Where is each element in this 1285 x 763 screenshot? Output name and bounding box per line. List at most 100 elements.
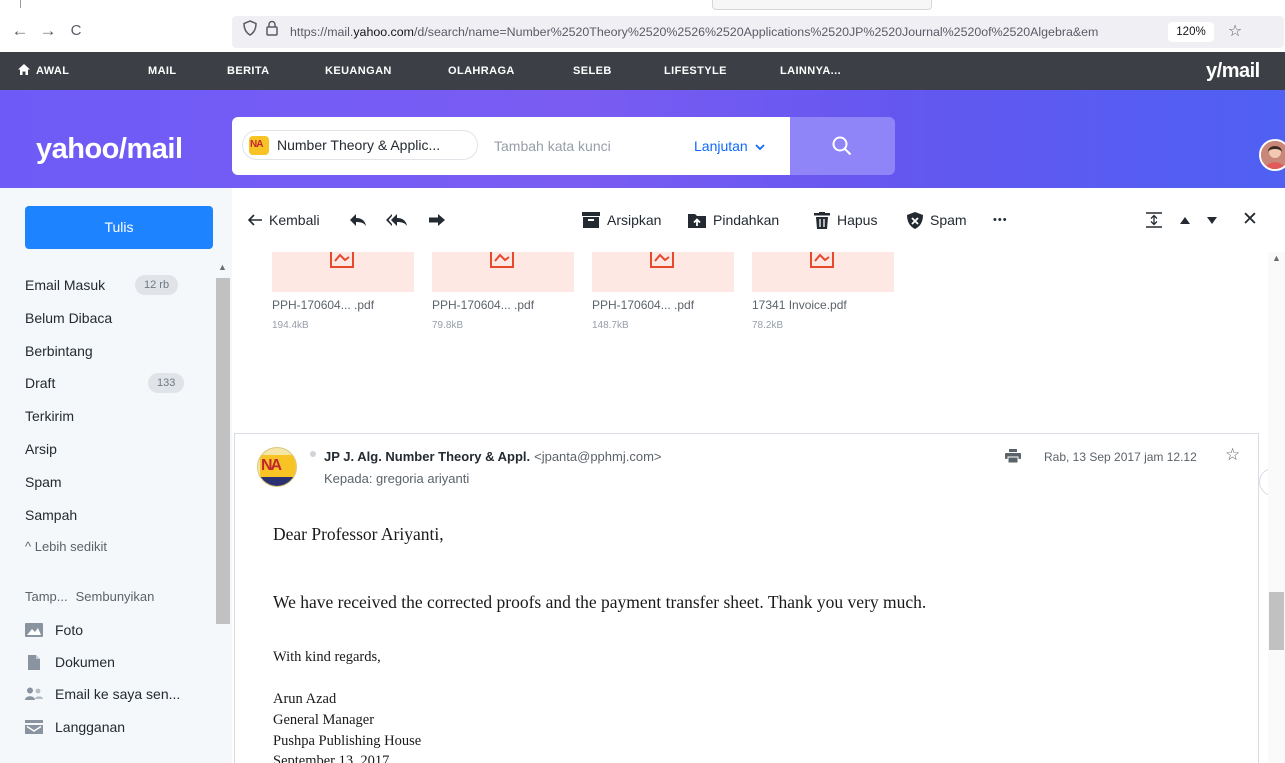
browser-back-button[interactable]: ← [8, 19, 32, 43]
signature-title: General Manager [273, 712, 375, 728]
advanced-search-link[interactable]: Lanjutan [694, 131, 765, 161]
browser-reload-button[interactable]: C [64, 19, 88, 43]
attachment-size: 78.2kB [752, 320, 784, 331]
search-button[interactable] [790, 117, 895, 175]
read-status-dot[interactable] [310, 451, 316, 457]
topnav-item-olahraga[interactable]: OLAHRAGA [448, 52, 515, 90]
topnav-item-seleb[interactable]: SELEB [573, 52, 612, 90]
scrollbar-thumb[interactable] [216, 278, 230, 624]
folder-label: Belum Dibaca [25, 310, 113, 326]
topnav-item-mail[interactable]: MAIL [148, 52, 176, 90]
message-toolbar: Kembali Arsipkan Pindahkan Hapus Spam ••… [232, 188, 1285, 252]
keyword-input[interactable] [494, 131, 664, 161]
topnav-item-lifestyle[interactable]: LIFESTYLE [664, 52, 727, 90]
previous-message-button[interactable] [1180, 208, 1190, 232]
folder-label: Berbintang [25, 343, 93, 359]
sender-line[interactable]: JP J. Alg. Number Theory & Appl. <jpanta@… [324, 448, 662, 466]
scrollbar-thumb[interactable] [1269, 592, 1284, 650]
topnav-label: AWAL [36, 65, 70, 77]
compose-button[interactable]: Tulis [25, 206, 213, 249]
star-icon[interactable]: ☆ [1225, 445, 1240, 465]
attachment-item[interactable]: PPH-170604... .pdf 79.8kB [432, 252, 582, 352]
reply-all-icon [386, 214, 407, 227]
sidebar-item-unread[interactable]: Belum Dibaca [25, 303, 112, 333]
browser-forward-button[interactable]: → [36, 19, 60, 43]
topnav-item-berita[interactable]: BERITA [227, 52, 270, 90]
attachment-name: 17341 Invoice.pdf [752, 298, 847, 312]
tab-separator [20, 0, 21, 8]
sidebar-item-starred[interactable]: Berbintang [25, 336, 93, 366]
topnav-item-lainnya[interactable]: LAINNYA... [780, 52, 841, 90]
reply-all-button[interactable] [386, 208, 408, 232]
scroll-up-icon[interactable]: ▲ [218, 262, 227, 272]
attachment-size: 79.8kB [432, 320, 464, 331]
reply-button[interactable] [349, 208, 367, 232]
url-bar[interactable]: https://mail.yahoo.com/d/search/name=Num… [232, 16, 1284, 48]
logo-yahoo: yahoo [36, 133, 119, 165]
subscription-icon [25, 720, 43, 734]
scroll-up-icon[interactable]: ▲ [1272, 253, 1281, 263]
close-icon[interactable]: ✕ [1242, 208, 1258, 232]
search-filter-pill[interactable]: NA Number Theory & Applic... [242, 130, 478, 160]
shield-icon[interactable] [240, 20, 260, 44]
back-button[interactable]: Kembali [248, 208, 320, 232]
browser-tabstrip [0, 0, 1285, 12]
spam-button[interactable]: Spam [907, 208, 967, 232]
arrow-left-icon [248, 214, 262, 226]
url-domain: yahoo.com [353, 25, 414, 39]
move-button[interactable]: Pindahkan [688, 208, 779, 232]
next-message-button[interactable] [1207, 208, 1217, 232]
forward-button[interactable] [428, 208, 446, 232]
sidebar-item-trash[interactable]: Sampah [25, 500, 77, 530]
reply-icon [350, 214, 366, 227]
sidebar-item-archive[interactable]: Arsip [25, 434, 57, 464]
expand-icon [1146, 212, 1162, 229]
folder-label: Arsip [25, 441, 57, 457]
sidebar-scrollbar[interactable]: ▲ [216, 260, 230, 763]
url-path: /d/search/name=Number%2520Theory%2520%25… [413, 25, 1099, 39]
spam-label: Spam [930, 212, 967, 228]
attachment-item[interactable]: PPH-170604... .pdf 194.4kB [272, 252, 422, 352]
sidebar-item-drafts[interactable]: Draft [25, 368, 55, 398]
sender-name: JP J. Alg. Number Theory & Appl. [324, 449, 531, 464]
sender-avatar[interactable]: NA [257, 447, 297, 487]
avatar-photo [1261, 141, 1285, 169]
yahoo-mail-logo[interactable]: yahoo/mail [36, 132, 183, 166]
delete-label: Hapus [837, 212, 878, 228]
sidebar-item-spam[interactable]: Spam [25, 467, 62, 497]
topnav-item-keuangan[interactable]: KEUANGAN [325, 52, 392, 90]
show-less-link[interactable]: ^ Lebih sedikit [25, 534, 107, 560]
yahoo-mail-brand[interactable]: y/mail [1206, 58, 1260, 84]
more-actions-button[interactable]: ••• [993, 208, 1008, 232]
search-pill-label: Number Theory & Applic... [277, 137, 441, 153]
archive-button[interactable]: Arsipkan [582, 208, 661, 232]
bookmark-star-icon[interactable]: ☆ [1224, 20, 1246, 44]
sidebar-item-sent[interactable]: Terkirim [25, 401, 74, 431]
expand-collapse-button[interactable] [1146, 208, 1162, 232]
topnav-item-awal[interactable]: AWAL [18, 52, 69, 90]
folder-label: Email Masuk [25, 277, 106, 293]
signature-name: Arun Azad [273, 691, 337, 707]
search-box[interactable]: NA Number Theory & Applic... Lanjutan [232, 117, 790, 175]
logo-mail: mail [126, 133, 183, 165]
hide-views-link[interactable]: Sembunyikan [76, 589, 155, 604]
attachment-item[interactable]: PPH-170604... .pdf 148.7kB [592, 252, 742, 352]
print-icon[interactable] [1005, 449, 1021, 463]
people-icon [25, 687, 43, 700]
zoom-level-badge[interactable]: 120% [1168, 22, 1214, 42]
sidebar-item-inbox[interactable]: Email Masuk [25, 270, 105, 300]
back-label: Kembali [269, 212, 320, 228]
folder-label: Terkirim [25, 408, 74, 424]
attachment-name: PPH-170604... .pdf [592, 298, 695, 312]
message-body: We have received the corrected proofs an… [273, 592, 927, 612]
lock-icon[interactable] [262, 20, 282, 44]
delete-button[interactable]: Hapus [814, 208, 877, 232]
attachment-item[interactable]: 17341 Invoice.pdf 78.2kB [752, 252, 902, 352]
browser-tab[interactable] [712, 0, 932, 10]
main-scrollbar[interactable]: ▲ [1268, 252, 1285, 763]
url-text[interactable]: https://mail.yahoo.com/d/search/name=Num… [290, 23, 1162, 41]
profile-avatar[interactable] [1259, 139, 1285, 171]
views-section-header: Tamp... Sembunyikan [25, 584, 154, 610]
recipient-line[interactable]: Kepada: gregoria ariyanti [324, 470, 469, 488]
pdf-file-icon [330, 252, 354, 268]
